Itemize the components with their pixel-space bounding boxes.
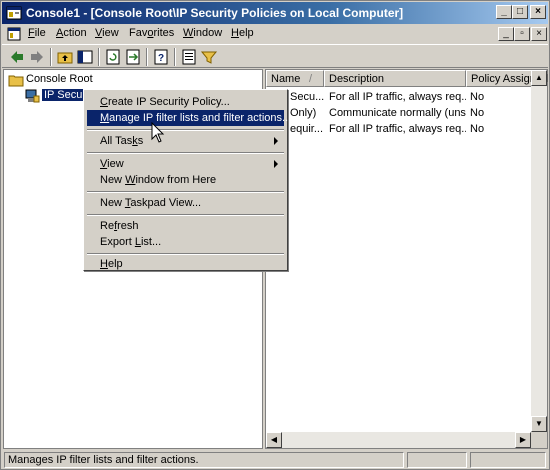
cell-policy-assigned: No — [470, 123, 485, 135]
forward-arrow-icon[interactable] — [28, 48, 46, 66]
toolbar-separator — [98, 48, 100, 66]
cell-description: For all IP traffic, always req... — [329, 123, 466, 135]
menu-file[interactable]: File — [28, 27, 46, 39]
show-hide-tree-icon[interactable] — [76, 48, 94, 66]
status-text: Manages IP filter lists and filter actio… — [4, 452, 404, 468]
cell-description: Communicate normally (uns... — [329, 107, 466, 119]
export-list-icon[interactable] — [124, 48, 142, 66]
scroll-left-button[interactable]: ◀ — [266, 432, 282, 448]
mmc-window: Console1 - [Console Root\IP Security Pol… — [0, 0, 550, 470]
svg-text:?: ? — [158, 53, 164, 64]
folder-icon — [8, 75, 24, 87]
menu-action[interactable]: Action — [56, 27, 87, 39]
column-header-description[interactable]: Description — [324, 70, 466, 87]
menu-item-all-tasks[interactable]: All Tasks — [87, 133, 284, 149]
mmc-app-icon — [6, 6, 22, 20]
menu-window[interactable]: Window — [183, 27, 222, 39]
vertical-scrollbar[interactable]: ▲ ▼ — [531, 70, 547, 448]
menu-favorites[interactable]: Favorites — [129, 27, 174, 39]
menu-item-create-ip-security-policy[interactable]: Create IP Security Policy... — [87, 94, 284, 110]
menu-help[interactable]: Help — [231, 27, 254, 39]
menu-item-export-list[interactable]: Export List... — [87, 234, 284, 250]
column-header-name[interactable]: Name / — [266, 70, 324, 87]
doc-restore-button[interactable]: ▫ — [514, 27, 530, 41]
scroll-corner — [531, 432, 547, 448]
menu-item-help[interactable]: Help — [87, 256, 284, 272]
menu-view[interactable]: View — [95, 27, 119, 39]
menu-separator — [87, 152, 284, 154]
menu-item-manage-ip-filter-lists[interactable]: Manage IP filter lists and filter action… — [87, 110, 291, 126]
back-arrow-icon[interactable] — [8, 48, 26, 66]
menu-item-new-taskpad-view[interactable]: New Taskpad View... — [87, 195, 284, 211]
context-menu: Create IP Security Policy... Manage IP f… — [83, 89, 291, 272]
toolbar-separator — [146, 48, 148, 66]
menu-bar: File Action View Favorites Window Help _… — [2, 24, 548, 44]
horizontal-scrollbar[interactable]: ◀ ▶ — [266, 432, 531, 448]
ip-security-computer-icon — [25, 89, 40, 103]
tree-node-label: Console Root — [26, 73, 93, 85]
scroll-up-button[interactable]: ▲ — [531, 70, 547, 86]
help-icon[interactable]: ? — [152, 48, 170, 66]
sort-indicator: / — [309, 73, 313, 85]
refresh-icon[interactable] — [104, 48, 122, 66]
close-button[interactable]: × — [530, 5, 546, 19]
status-pane-2 — [407, 452, 467, 468]
cell-policy-assigned: No — [470, 107, 485, 119]
cell-name: Only) — [290, 107, 317, 119]
toolbar-separator — [50, 48, 52, 66]
submenu-arrow-icon — [274, 160, 278, 168]
maximize-button[interactable]: □ — [512, 5, 528, 19]
status-pane-3 — [470, 452, 546, 468]
menu-separator — [87, 129, 284, 131]
menu-item-refresh[interactable]: Refresh — [87, 218, 284, 234]
mouse-pointer-icon — [151, 122, 165, 143]
submenu-arrow-icon — [274, 137, 278, 145]
toolbar: ? — [2, 44, 548, 68]
menu-item-view[interactable]: View — [87, 156, 284, 172]
cell-policy-assigned: No — [470, 91, 485, 103]
scroll-right-button[interactable]: ▶ — [515, 432, 531, 448]
scroll-down-button[interactable]: ▼ — [531, 416, 547, 432]
console-doc-icon[interactable] — [6, 26, 22, 42]
menu-separator — [87, 253, 284, 255]
cell-description: For all IP traffic, always req... — [329, 91, 466, 103]
up-folder-icon[interactable] — [56, 48, 74, 66]
toolbar-separator — [174, 48, 176, 66]
manage-filters-icon[interactable] — [200, 48, 218, 66]
window-title: Console1 - [Console Root\IP Security Pol… — [26, 6, 404, 20]
doc-minimize-button[interactable]: _ — [498, 27, 514, 41]
menu-separator — [87, 191, 284, 193]
create-policy-icon[interactable] — [180, 48, 198, 66]
cell-name: Secu... — [290, 91, 324, 103]
minimize-button[interactable]: _ — [496, 5, 512, 19]
title-bar[interactable]: Console1 - [Console Root\IP Security Pol… — [2, 2, 548, 24]
menu-item-new-window-from-here[interactable]: New Window from Here — [87, 172, 284, 188]
status-bar: Manages IP filter lists and filter actio… — [2, 451, 548, 469]
results-pane[interactable]: Name / Description Policy Assigned Secu.… — [265, 69, 548, 449]
doc-close-button[interactable]: × — [531, 27, 547, 41]
cell-name: equir... — [290, 123, 324, 135]
menu-separator — [87, 214, 284, 216]
